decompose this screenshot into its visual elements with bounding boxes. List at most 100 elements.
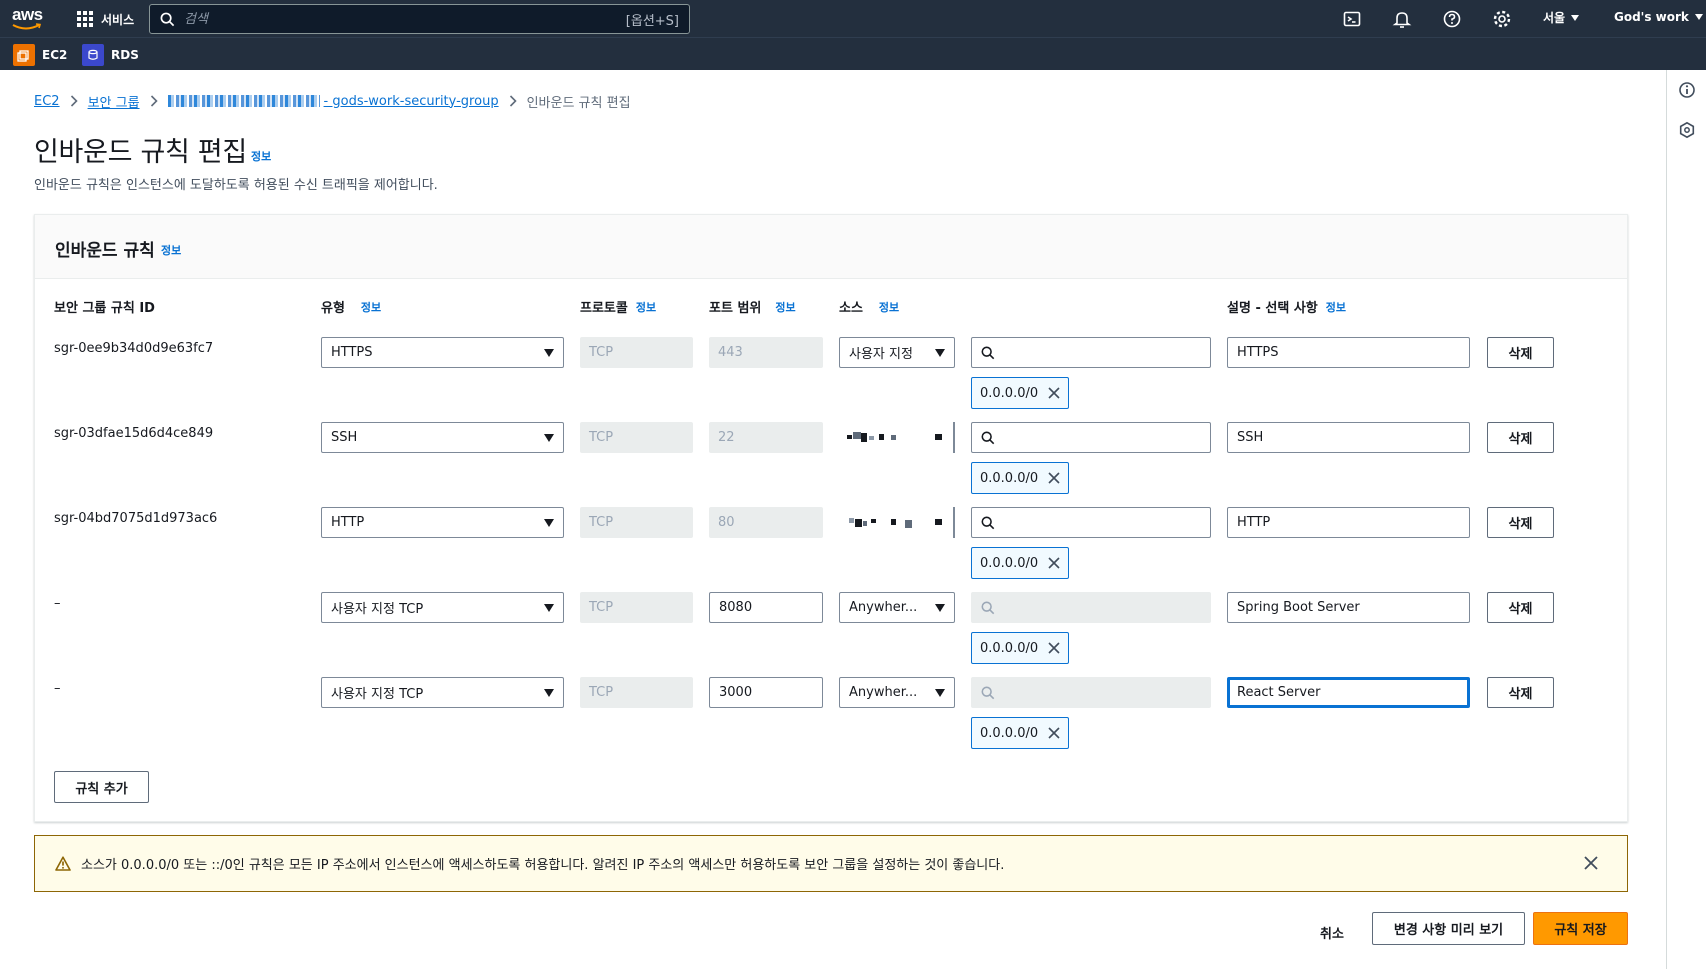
cidr-search-input[interactable] xyxy=(971,422,1211,453)
description-input[interactable] xyxy=(1227,422,1470,453)
rule-id: – xyxy=(54,596,61,611)
type-select[interactable]: SSH xyxy=(321,422,564,453)
col-type-label: 유형 xyxy=(321,301,345,316)
chevron-right-icon xyxy=(70,95,78,107)
favorite-rds-label: RDS xyxy=(111,48,139,62)
source-select-value: Anywher... xyxy=(849,685,918,700)
caret-down-icon xyxy=(1694,14,1703,20)
close-icon[interactable] xyxy=(1048,387,1060,399)
account-menu[interactable]: God's work xyxy=(1614,10,1703,24)
close-icon[interactable] xyxy=(1048,642,1060,654)
rule-id: sgr-04bd7075d1d973ac6 xyxy=(54,511,218,526)
col-protocol-info-link[interactable]: 정보 xyxy=(636,299,656,315)
caret-down-icon xyxy=(1571,14,1580,21)
hexagon-tool-icon[interactable] xyxy=(1678,121,1696,139)
close-icon[interactable] xyxy=(1048,727,1060,739)
col-type-info-link[interactable]: 정보 xyxy=(361,299,381,315)
caret-down-icon xyxy=(544,688,554,697)
preview-changes-button[interactable]: 변경 사항 미리 보기 xyxy=(1372,912,1525,945)
services-menu[interactable]: 서비스 xyxy=(77,9,134,29)
cidr-search-input-disabled xyxy=(971,677,1211,708)
description-input-field[interactable] xyxy=(1237,345,1460,360)
description-input-field[interactable] xyxy=(1237,685,1460,700)
favorite-rds[interactable]: RDS xyxy=(82,44,139,66)
settings-gear-icon[interactable] xyxy=(1492,9,1512,29)
col-rule-id-label: 보안 그룹 규칙 ID xyxy=(54,301,155,316)
add-rule-button[interactable]: 규칙 추가 xyxy=(54,771,149,803)
ec2-service-icon xyxy=(13,44,35,66)
region-selector[interactable]: 서울 xyxy=(1543,9,1580,26)
col-description-info-link[interactable]: 정보 xyxy=(1326,299,1346,315)
port-range-field: 80 xyxy=(709,507,823,538)
col-rule-id: 보안 그룹 규칙 ID xyxy=(54,297,155,316)
redacted-source-select[interactable] xyxy=(839,422,955,453)
right-tools-rail xyxy=(1666,70,1706,969)
caret-down-icon xyxy=(935,688,945,697)
type-select[interactable]: HTTP xyxy=(321,507,564,538)
type-select-value: HTTP xyxy=(331,515,365,530)
port-range-input-field[interactable] xyxy=(719,685,813,700)
cidr-search-input[interactable] xyxy=(971,507,1211,538)
redacted-source-select[interactable] xyxy=(839,507,955,538)
col-source-label: 소스 xyxy=(839,301,863,316)
breadcrumb-current: 인바운드 규칙 편집 xyxy=(526,95,631,111)
port-range-field: 443 xyxy=(709,337,823,368)
col-port-range: 포트 범위 정보 xyxy=(709,297,796,317)
protocol-field: TCP xyxy=(580,337,693,368)
cloudshell-icon[interactable] xyxy=(1342,9,1362,29)
breadcrumb-security-group[interactable]: - gods-work-security-group xyxy=(167,94,499,109)
delete-rule-button[interactable]: 삭제 xyxy=(1487,507,1554,538)
col-port-info-link[interactable]: 정보 xyxy=(775,299,795,315)
info-panel-icon[interactable] xyxy=(1678,81,1696,99)
search-icon xyxy=(981,346,995,359)
description-input-focused[interactable] xyxy=(1227,677,1470,708)
port-range-input[interactable] xyxy=(709,592,823,623)
type-select[interactable]: 사용자 지정 TCP xyxy=(321,592,564,623)
source-select[interactable]: Anywher... xyxy=(839,592,955,623)
aws-logo[interactable]: aws xyxy=(12,5,46,31)
page-info-link[interactable]: 정보 xyxy=(251,148,271,164)
delete-rule-button[interactable]: 삭제 xyxy=(1487,592,1554,623)
type-select-value: HTTPS xyxy=(331,345,373,360)
breadcrumb: EC2 보안 그룹 - gods-work-security-group 인바운… xyxy=(34,92,631,111)
account-label: God's work xyxy=(1614,10,1689,24)
notifications-bell-icon[interactable] xyxy=(1392,9,1412,29)
favorites-bar: EC2 RDS xyxy=(0,37,1706,70)
search-input[interactable] xyxy=(184,11,626,27)
caret-down-icon xyxy=(544,603,554,612)
delete-rule-button[interactable]: 삭제 xyxy=(1487,422,1554,453)
panel-info-link[interactable]: 정보 xyxy=(161,242,181,258)
close-icon[interactable] xyxy=(1048,472,1060,484)
delete-rule-button[interactable]: 삭제 xyxy=(1487,677,1554,708)
cancel-button[interactable]: 취소 xyxy=(1310,916,1354,948)
type-select-value: SSH xyxy=(331,430,358,445)
description-input-field[interactable] xyxy=(1237,430,1460,445)
col-port-range-label: 포트 범위 xyxy=(709,301,762,316)
global-search[interactable]: [옵션+S] xyxy=(149,4,690,34)
description-input[interactable] xyxy=(1227,592,1470,623)
type-select[interactable]: HTTPS xyxy=(321,337,564,368)
type-select[interactable]: 사용자 지정 TCP xyxy=(321,677,564,708)
port-range-input-field[interactable] xyxy=(719,600,813,615)
breadcrumb-security-groups[interactable]: 보안 그룹 xyxy=(88,92,140,111)
description-input[interactable] xyxy=(1227,507,1470,538)
page-title: 인바운드 규칙 편집 xyxy=(34,137,247,168)
delete-rule-button[interactable]: 삭제 xyxy=(1487,337,1554,368)
cidr-search-input[interactable] xyxy=(971,337,1211,368)
help-icon[interactable] xyxy=(1442,9,1462,29)
save-rules-button[interactable]: 규칙 저장 xyxy=(1533,912,1628,945)
description-input[interactable] xyxy=(1227,337,1470,368)
col-source-info-link[interactable]: 정보 xyxy=(879,299,899,315)
close-icon[interactable] xyxy=(1048,557,1060,569)
cidr-token: 0.0.0.0/0 xyxy=(971,547,1070,579)
port-range-input[interactable] xyxy=(709,677,823,708)
source-select[interactable]: Anywher... xyxy=(839,677,955,708)
caret-down-icon xyxy=(544,433,554,442)
col-description: 설명 - 선택 사항 정보 xyxy=(1227,297,1346,317)
favorite-ec2[interactable]: EC2 xyxy=(13,44,67,66)
description-input-field[interactable] xyxy=(1237,600,1460,615)
description-input-field[interactable] xyxy=(1237,515,1460,530)
breadcrumb-ec2[interactable]: EC2 xyxy=(34,94,60,109)
source-select[interactable]: 사용자 지정 xyxy=(839,337,955,368)
close-icon[interactable] xyxy=(1583,855,1599,871)
